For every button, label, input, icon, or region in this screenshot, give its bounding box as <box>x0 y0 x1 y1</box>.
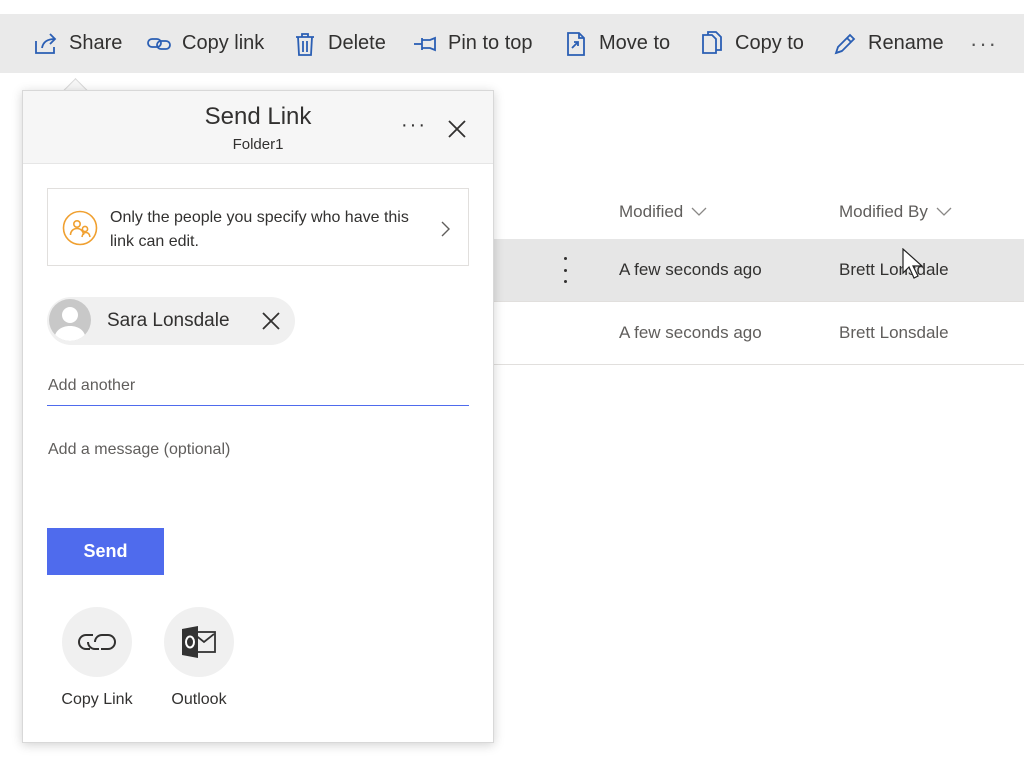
share-icon <box>35 32 57 54</box>
mouse-cursor-icon <box>902 248 924 279</box>
link-permission-setting[interactable]: Only the people you specify who have thi… <box>47 188 469 266</box>
pin-to-top-command[interactable]: Pin to top <box>412 14 533 73</box>
table-row[interactable]: A few seconds ago Brett Lonsdale <box>493 302 1024 365</box>
column-label-modified-by: Modified By <box>839 202 928 221</box>
row-more-icon[interactable] <box>555 257 575 283</box>
outlook-circle <box>164 607 234 677</box>
share-label: Share <box>69 32 123 54</box>
rename-command[interactable]: Rename <box>832 14 944 73</box>
table-row[interactable]: A few seconds ago Brett Lonsdale <box>493 239 1024 302</box>
copy-to-command[interactable]: Copy to <box>699 14 804 73</box>
pin-icon <box>414 36 436 51</box>
delete-label: Delete <box>328 32 386 54</box>
permission-text: Only the people you specify who have thi… <box>110 209 409 250</box>
copy-link-option-label: Copy Link <box>61 691 133 708</box>
link-icon <box>78 634 116 650</box>
recipient-chip: Sara Lonsdale <box>47 297 295 345</box>
outlook-option[interactable]: Outlook <box>144 607 254 709</box>
more-commands-button[interactable]: ··· <box>970 14 998 73</box>
cell-modified: A few seconds ago <box>619 323 762 342</box>
recipient-name: Sara Lonsdale <box>107 310 230 331</box>
avatar <box>49 299 91 341</box>
outlook-option-label: Outlook <box>171 691 227 708</box>
rename-label: Rename <box>868 32 944 54</box>
copy-link-command[interactable]: Copy link <box>146 14 264 73</box>
pencil-icon <box>834 33 856 54</box>
panel-subtitle: Folder1 <box>232 136 284 153</box>
column-label-modified: Modified <box>619 202 684 221</box>
add-recipient-input[interactable] <box>47 367 469 406</box>
more-icon: ··· <box>970 30 998 56</box>
person-icon <box>54 307 86 341</box>
trash-icon <box>296 32 314 56</box>
close-icon[interactable] <box>447 119 467 139</box>
send-link-panel: Send Link Folder1 ··· Only the people yo… <box>22 90 494 743</box>
chevron-down-icon <box>691 207 707 216</box>
copy-link-circle <box>62 607 132 677</box>
move-to-command[interactable]: Move to <box>563 14 670 73</box>
outlook-icon <box>182 626 216 658</box>
chevron-right-icon <box>441 221 450 237</box>
panel-header: Send Link Folder1 ··· <box>23 91 493 164</box>
chevron-down-icon <box>936 207 952 216</box>
column-header-modified-by[interactable]: Modified By <box>839 202 952 222</box>
copy-link-option[interactable]: Copy Link <box>42 607 152 709</box>
cell-modified-by: Brett Lonsdale <box>839 323 949 342</box>
message-input[interactable] <box>47 439 469 513</box>
copy-to-label: Copy to <box>735 32 804 54</box>
move-icon <box>567 31 585 56</box>
people-icon <box>62 210 98 246</box>
delete-command[interactable]: Delete <box>292 14 386 73</box>
cell-modified: A few seconds ago <box>619 260 762 279</box>
move-to-label: Move to <box>599 32 671 54</box>
send-button[interactable]: Send <box>47 528 164 575</box>
share-command[interactable]: Share <box>33 14 122 73</box>
command-bar: Share Copy link Delete Pin to top Move t… <box>0 14 1024 73</box>
link-icon <box>147 37 171 50</box>
copy-link-label: Copy link <box>182 32 265 54</box>
remove-recipient-icon[interactable] <box>261 311 281 331</box>
cell-modified-by: Brett Lonsdale <box>839 260 949 279</box>
copy-icon <box>702 30 722 54</box>
panel-more-button[interactable]: ··· <box>401 115 427 135</box>
column-header-modified[interactable]: Modified <box>619 202 707 222</box>
pin-to-top-label: Pin to top <box>448 32 533 54</box>
